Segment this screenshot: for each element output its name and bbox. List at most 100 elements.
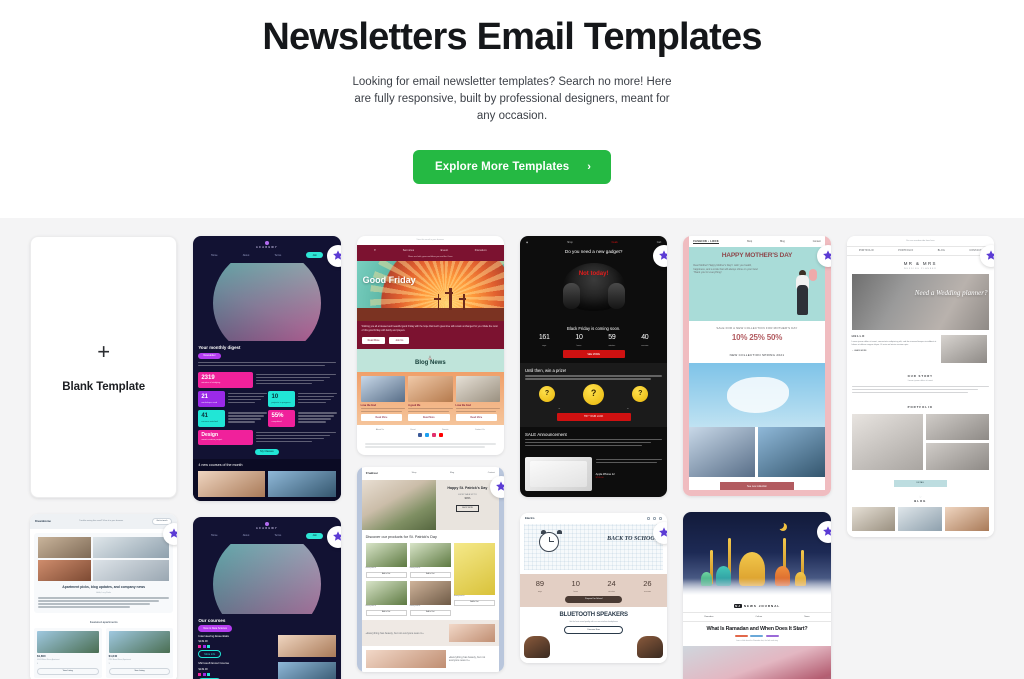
- property-card[interactable]: $1,800 4500 Walnut Drive, Apartment 4 Vi…: [34, 627, 102, 679]
- product-card[interactable]: Beauty item kit Add to Cart: [453, 542, 495, 617]
- post-button[interactable]: Read More: [360, 413, 403, 421]
- post-card[interactable]: Love the God Read More: [455, 375, 500, 421]
- email-preview-academy-courses: ACADEMY Home About Terms Join Our course…: [193, 516, 341, 679]
- electro-nav: Electro: [520, 513, 667, 524]
- nav-item[interactable]: Ramadan: [704, 616, 713, 619]
- nav-item[interactable]: Blog: [780, 241, 785, 244]
- nav-item[interactable]: Shop: [567, 241, 573, 244]
- nav-item[interactable]: Home: [211, 254, 218, 257]
- detail-button[interactable]: DETAIL: [893, 479, 947, 487]
- black-friday-products: Apple iPhone 12 $799.00: [520, 453, 667, 497]
- see-more-button[interactable]: SEE MORE: [562, 350, 625, 358]
- template-card-back-to-school-electro[interactable]: Electro BACK TO SCHOOL 89 days 10 hours …: [519, 512, 668, 664]
- try-your-luck-button[interactable]: TRY YOUR LUCK: [556, 412, 631, 421]
- coin-icon[interactable]: ?: [632, 386, 649, 403]
- footer-link[interactable]: Event: [410, 429, 415, 432]
- post-button[interactable]: Read More: [408, 413, 450, 421]
- star-icon[interactable]: [653, 521, 668, 544]
- nav-item[interactable]: Shop: [747, 241, 752, 244]
- footer-link[interactable]: Donate: [442, 429, 448, 432]
- electro-logo: Electro: [524, 515, 535, 520]
- template-card-wedding-planner[interactable]: You can unsubscribe from here PORTFOLIO …: [846, 236, 994, 538]
- shop-now-button[interactable]: SHOP NOW: [456, 504, 479, 513]
- nav-item[interactable]: Blog: [450, 472, 454, 475]
- nav-item[interactable]: News: [804, 616, 809, 619]
- blank-template-card[interactable]: + Blank Template: [30, 236, 178, 498]
- post-card[interactable]: Love the God Read More: [360, 375, 406, 421]
- nav-item[interactable]: Contact: [813, 241, 821, 244]
- property-card[interactable]: $1,640 2310 Broad Street, Apartment 3 Vi…: [105, 627, 174, 679]
- nav-item[interactable]: BLOG: [938, 250, 945, 253]
- property-view-button[interactable]: View Listing: [108, 667, 171, 676]
- template-card-academy-monthly-digest[interactable]: ACADEMY Home About Terms Join Your month…: [193, 236, 341, 501]
- cross-icon: [459, 298, 466, 301]
- see-new-collection-button[interactable]: See new collection: [720, 481, 794, 491]
- star-icon[interactable]: [326, 525, 341, 548]
- property-view-button[interactable]: View Listing: [37, 667, 99, 676]
- st-patricks-quote-block: «Everything has beauty, but not everyone…: [361, 620, 499, 647]
- academy-mark-icon: [264, 241, 269, 245]
- countdown-unit: 10 hours: [575, 334, 582, 347]
- add-to-cart-button[interactable]: Add to Cart: [409, 609, 451, 617]
- nav-item[interactable]: About: [243, 534, 250, 537]
- product-card[interactable]: Beauty item kit Add to Cart: [365, 580, 407, 617]
- post-card[interactable]: A good life Read More: [408, 375, 453, 421]
- course-row[interactable]: Interviewing Essentials $149.00 More inf…: [198, 634, 336, 659]
- nav-item[interactable]: Contact: [488, 472, 495, 475]
- product-card[interactable]: Beauty item kit Add to Cart: [365, 542, 407, 578]
- footer-link[interactable]: Contact Us: [475, 429, 485, 432]
- product-card[interactable]: Beauty item kit Add to Cart: [409, 542, 451, 578]
- search-icon[interactable]: [653, 517, 657, 521]
- academy-join-button[interactable]: Join: [306, 532, 324, 539]
- template-card-academy-our-courses[interactable]: ACADEMY Home About Terms Join Our course…: [193, 516, 341, 679]
- nav-item[interactable]: Cart: [657, 241, 662, 244]
- nav-item[interactable]: Donation: [475, 249, 487, 252]
- countdown-unit: 161 days: [539, 334, 550, 347]
- footer-link[interactable]: About Us: [376, 429, 384, 432]
- prepare-for-school-button[interactable]: Prepare For School: [564, 596, 623, 603]
- star-icon[interactable]: [163, 523, 178, 545]
- academy-join-button[interactable]: Join: [306, 252, 324, 259]
- mothers-day-hero: HAPPY MOTHER'S DAY Dear Mother! Happy Mo…: [689, 247, 825, 322]
- discover-now-button[interactable]: Discover Now: [564, 625, 623, 635]
- nav-item[interactable]: PORTFOLIO: [859, 250, 874, 253]
- add-to-cart-button[interactable]: Add to Cart: [453, 599, 495, 606]
- product-card[interactable]: Beauty item kit Add to Cart: [409, 580, 451, 617]
- nav-item[interactable]: Services: [403, 249, 415, 252]
- read-more-button[interactable]: Read More: [361, 337, 386, 345]
- template-card-black-friday-gadget[interactable]: ◉ Shop Deals Cart Do you need a new gadg…: [519, 236, 668, 497]
- nav-item[interactable]: Terms: [274, 254, 281, 257]
- nav-item[interactable]: PORTFOLIO: [898, 250, 913, 253]
- course-row[interactable]: Microsoft Excel Course $149.00 More info: [198, 662, 336, 679]
- coin-icon[interactable]: ?: [583, 383, 605, 405]
- template-card-good-friday[interactable]: View this email in your browser ✟ Servic…: [356, 236, 504, 456]
- template-card-ramadan-news-journal[interactable]: NJ NEWS JOURNAL Ramadan Culture News What…: [683, 512, 831, 679]
- template-card-mothers-day-fashion[interactable]: FASHION • LOOK Shop Blog Contact HAPPY M…: [683, 236, 831, 497]
- nav-item[interactable]: Deals: [612, 241, 618, 244]
- nav-item[interactable]: Shop: [412, 472, 417, 475]
- nav-item[interactable]: Culture: [756, 616, 763, 619]
- cart-icon[interactable]: [659, 517, 663, 521]
- hello-link[interactable]: → LEARN MORE: [852, 350, 937, 352]
- nav-item[interactable]: Event: [441, 249, 449, 252]
- add-to-cart-button[interactable]: Add to Cart: [409, 571, 451, 578]
- join-us-button[interactable]: Join Us: [389, 337, 410, 345]
- nav-item[interactable]: Terms: [274, 534, 281, 537]
- add-to-cart-button[interactable]: Add to Cart: [365, 571, 407, 578]
- user-icon[interactable]: [647, 517, 651, 521]
- template-card-dreamhome-real-estate[interactable]: DreamHome Trouble seeing this email? Vie…: [30, 514, 178, 679]
- explore-more-templates-button[interactable]: Explore More Templates ›: [412, 150, 612, 184]
- st-patricks-quote-block-2: «Everything has beauty, but not everyone…: [361, 646, 499, 673]
- coin-icon[interactable]: ?: [539, 386, 556, 403]
- template-card-st-patricks-beauty[interactable]: Tradesse Shop Blog Contact Happy St. Pat…: [356, 467, 504, 673]
- academy-classes-button[interactable]: My Classes: [255, 448, 279, 456]
- nav-item[interactable]: Home: [211, 534, 218, 537]
- post-button[interactable]: Read More: [455, 413, 497, 421]
- add-to-cart-button[interactable]: Add to Cart: [365, 609, 407, 617]
- ramadan-hero-image: [683, 512, 831, 603]
- star-icon[interactable]: [653, 245, 668, 267]
- cross-icon: [434, 298, 441, 301]
- nav-item[interactable]: About: [243, 254, 250, 257]
- st-patricks-hero: Happy St. Patrick's Day LUCKY SALE UP TO…: [361, 479, 499, 530]
- course-more-button[interactable]: More info: [198, 650, 222, 659]
